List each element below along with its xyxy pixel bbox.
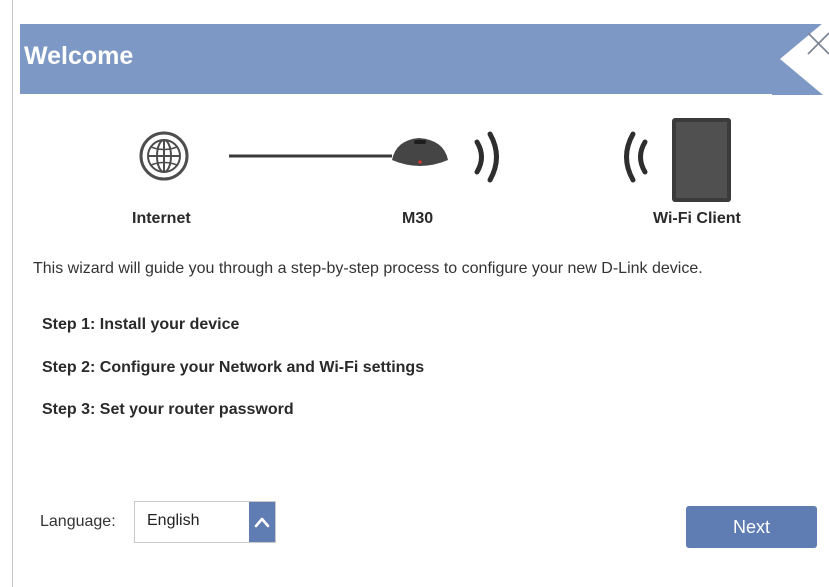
client-signal-icon bbox=[624, 131, 648, 183]
language-select[interactable]: English bbox=[134, 501, 276, 543]
close-button[interactable] bbox=[770, 0, 829, 100]
globe-icon bbox=[139, 131, 189, 181]
router-icon bbox=[392, 138, 448, 166]
language-value: English bbox=[147, 512, 200, 529]
wifi-signal-icon bbox=[474, 131, 499, 183]
internet-label: Internet bbox=[132, 210, 191, 227]
next-button[interactable]: Next bbox=[686, 506, 817, 548]
tablet-icon bbox=[672, 118, 731, 202]
client-label: Wi-Fi Client bbox=[653, 210, 741, 227]
page-title: Welcome bbox=[24, 42, 134, 70]
intro-text: This wizard will guide you through a ste… bbox=[33, 260, 703, 277]
chevron-up-icon bbox=[254, 517, 270, 528]
close-icon bbox=[770, 18, 829, 100]
language-label: Language: bbox=[40, 513, 116, 530]
network-diagram: Internet M30 Wi-Fi Client bbox=[0, 100, 829, 240]
step-1: Step 1: Install your device bbox=[42, 316, 240, 333]
step-3: Step 3: Set your router password bbox=[42, 401, 294, 418]
router-label: M30 bbox=[402, 210, 434, 227]
step-2: Step 2: Configure your Network and Wi-Fi… bbox=[42, 359, 425, 376]
language-toggle-button[interactable] bbox=[249, 502, 275, 542]
header-banner: Welcome bbox=[20, 24, 828, 94]
